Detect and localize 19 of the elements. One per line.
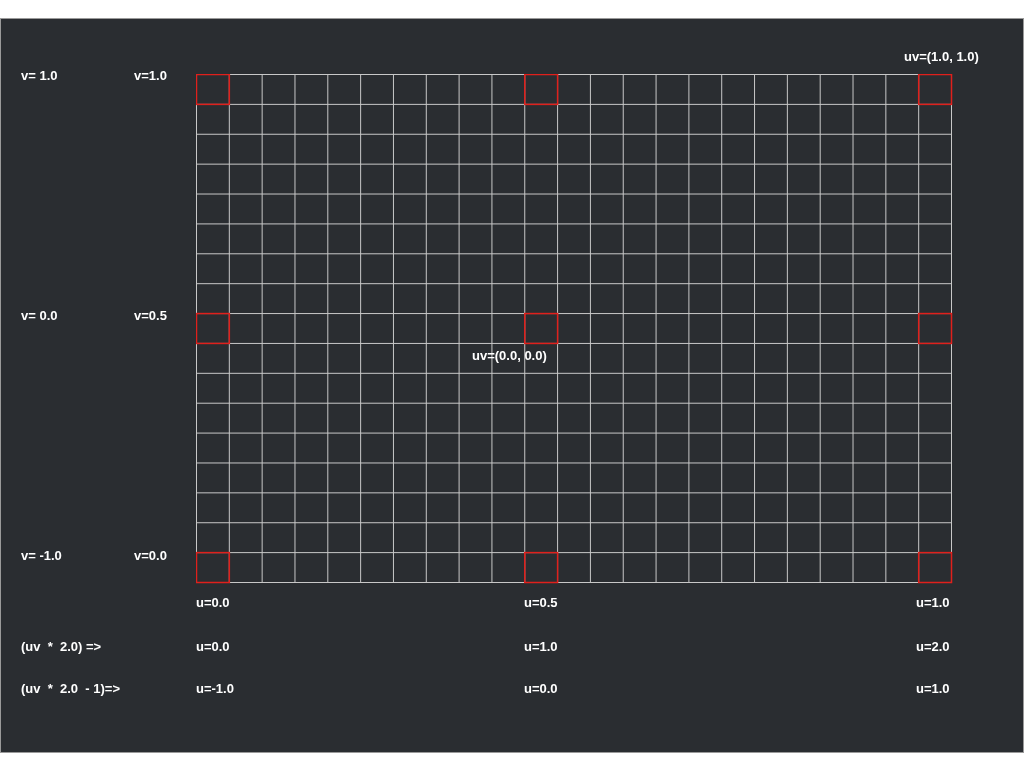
coordinate-label: u=0.5	[524, 595, 558, 611]
coordinate-label: v= 0.0	[21, 308, 58, 324]
coordinate-label: u=2.0	[916, 639, 950, 655]
coordinate-label: v=1.0	[134, 68, 167, 84]
coordinate-label: u=0.0	[196, 595, 230, 611]
coordinate-label: v=0.5	[134, 308, 167, 324]
coordinate-label: u=0.0	[196, 639, 230, 655]
coordinate-label: (uv * 2.0) =>	[21, 639, 102, 655]
coordinate-label: uv=(1.0, 1.0)	[904, 49, 979, 65]
coordinate-label: u=0.0	[524, 681, 558, 697]
coordinate-label: (uv * 2.0 - 1)=>	[21, 681, 120, 697]
coordinate-label: u=1.0	[916, 681, 950, 697]
coordinate-label: u=1.0	[916, 595, 950, 611]
coordinate-label: v= -1.0	[21, 548, 62, 564]
coordinate-label: v= 1.0	[21, 68, 58, 84]
coordinate-label: u=-1.0	[196, 681, 234, 697]
coordinate-label: u=1.0	[524, 639, 558, 655]
coordinate-label: uv=(0.0, 0.0)	[472, 348, 547, 364]
coordinate-label: v=0.0	[134, 548, 167, 564]
